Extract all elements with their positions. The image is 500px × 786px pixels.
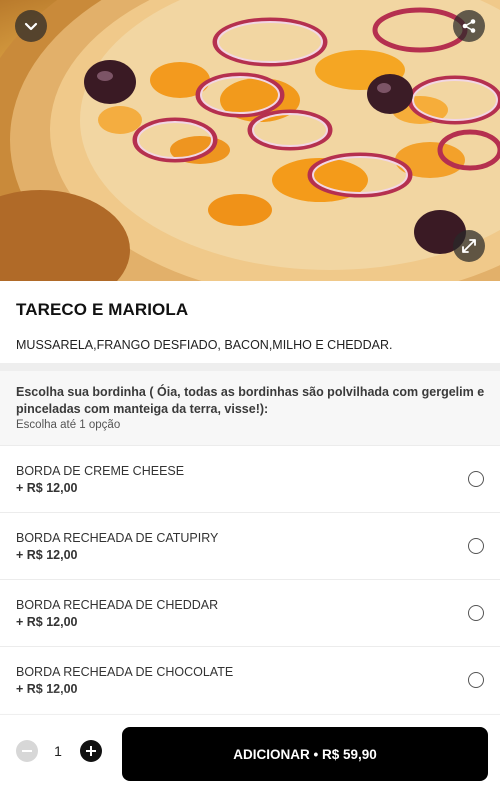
chevron-down-icon xyxy=(24,22,38,31)
quantity-decrease-button[interactable] xyxy=(16,740,38,762)
product-title: TARECO E MARIOLA xyxy=(16,300,189,319)
back-button[interactable] xyxy=(15,10,47,42)
option-group-subtitle: Escolha até 1 opção xyxy=(16,419,121,431)
option-price: + R$ 12,00 xyxy=(16,548,78,562)
option-name: BORDA DE CREME CHEESE xyxy=(16,464,185,478)
quantity-value: 1 xyxy=(54,743,62,759)
option-radio[interactable] xyxy=(468,605,484,621)
option-item[interactable]: BORDA RECHEADA DE CHEDDAR + R$ 12,00 xyxy=(0,580,500,647)
option-group-title: Escolha sua bordinha ( Óia, todas as bor… xyxy=(16,385,485,416)
option-name: BORDA RECHEADA DE CATUPIRY xyxy=(16,531,219,545)
option-item[interactable]: BORDA RECHEADA DE CATUPIRY + R$ 12,00 xyxy=(0,513,500,580)
option-item[interactable]: BORDA DE CREME CHEESE + R$ 12,00 xyxy=(0,446,500,513)
add-to-cart-bar: 1 ADICIONAR • R$ 59,90 xyxy=(0,714,500,786)
option-price: + R$ 12,00 xyxy=(16,615,78,629)
product-info: TARECO E MARIOLA MUSSARELA,FRANGO DESFIA… xyxy=(0,281,500,363)
section-divider xyxy=(0,363,500,371)
quantity-increase-button[interactable] xyxy=(80,740,102,762)
option-radio[interactable] xyxy=(468,471,484,487)
product-description: MUSSARELA,FRANGO DESFIADO, BACON,MILHO E… xyxy=(16,338,393,352)
option-name: BORDA RECHEADA DE CHOCOLATE xyxy=(16,665,234,679)
option-radio[interactable] xyxy=(468,538,484,554)
product-image xyxy=(0,0,500,281)
pizza-illustration xyxy=(0,0,500,281)
share-button[interactable] xyxy=(453,10,485,42)
expand-icon xyxy=(462,239,476,253)
option-name: BORDA RECHEADA DE CHEDDAR xyxy=(16,598,219,612)
share-icon xyxy=(462,19,476,33)
expand-image-button[interactable] xyxy=(453,230,485,262)
add-to-cart-button[interactable]: ADICIONAR • R$ 59,90 xyxy=(122,727,488,781)
option-price: + R$ 12,00 xyxy=(16,481,78,495)
option-radio[interactable] xyxy=(468,672,484,688)
option-group-header: Escolha sua bordinha ( Óia, todas as bor… xyxy=(0,371,500,446)
scroll-fade xyxy=(0,690,500,714)
